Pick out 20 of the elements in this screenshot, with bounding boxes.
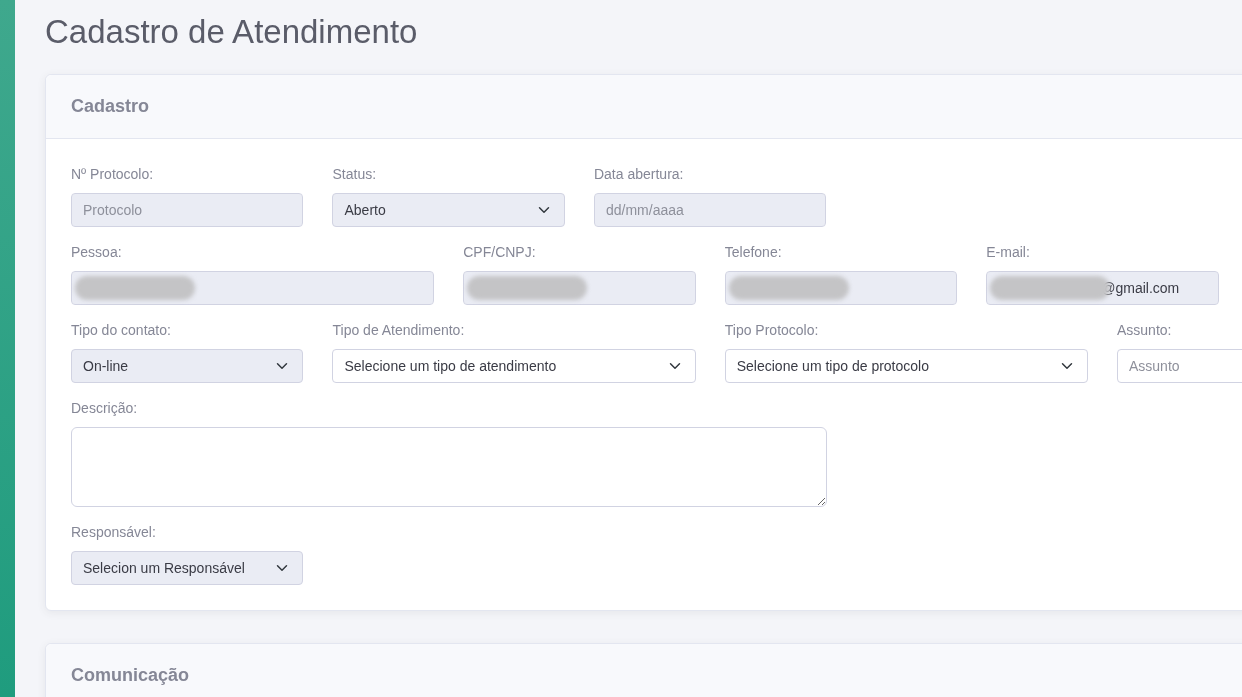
field-label: Data abertura: [593,165,684,185]
field-label: Nº Protocolo: [71,165,154,185]
field-label: Assunto: [1117,321,1172,341]
input-field[interactable]: Assunto [1117,349,1242,384]
card-title: Comunicação [71,665,191,687]
field-label: Tipo do contato: [71,321,171,341]
field-label: Telefone: [724,243,782,263]
field-label: Tipo Protocolo: [724,321,819,341]
field-label: E-mail: [986,243,1030,263]
field-label: Tipo de Atendimento: [332,321,465,341]
select-field[interactable]: Selecione um tipo de protocolo [724,349,1088,384]
card-title: Cadastro [71,95,151,118]
page-title: Cadastro de Atendimento [45,12,419,52]
field-label: Status: [332,165,377,185]
field-label: CPF/CNPJ: [463,243,536,263]
select-field[interactable]: Selecione um tipo de atendimento [332,349,696,384]
field-label: Descrição: [71,399,138,419]
field-label: Pessoa: [71,243,122,263]
text-area[interactable] [71,427,827,508]
field-label: Responsável: [71,523,156,543]
